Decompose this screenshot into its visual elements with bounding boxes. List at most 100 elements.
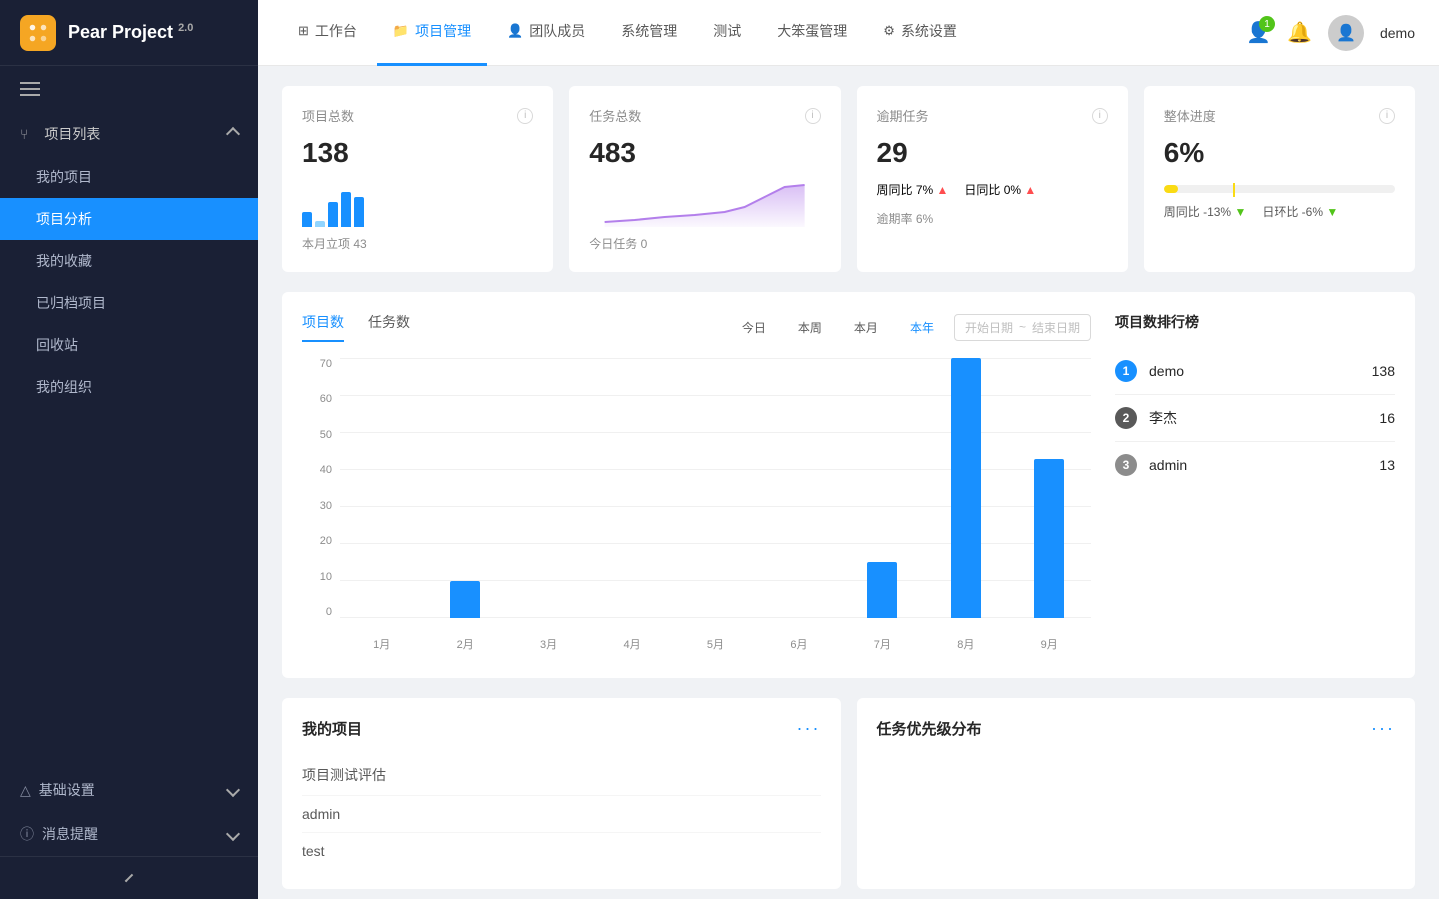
bar-group-8 [924,358,1007,618]
x-label-5: 5月 [674,636,757,652]
bar-jul [867,562,897,618]
chart-section: 项目数 任务数 今日 本周 本月 本年 开始日期 ~ 结束日期 [282,292,1415,678]
task-priority-card: 任务优先级分布 ··· [857,698,1416,889]
chart-filters: 今日 本周 本月 本年 开始日期 ~ 结束日期 [730,314,1091,341]
user-badge-button[interactable]: 👤 1 [1246,20,1271,45]
sidebar-item-project-analysis[interactable]: 项目分析 [0,198,258,240]
my-projects-title: 我的项目 [302,718,362,739]
stat-card-total-projects: 项目总数 i 138 本月立项 43 [282,86,553,272]
branch-icon: ⑂ [20,126,28,142]
stats-row: 项目总数 i 138 本月立项 43 任务总数 i [282,86,1415,272]
rank-name-3: admin [1149,457,1379,473]
sidebar-item-my-favorites[interactable]: 我的收藏 [0,240,258,282]
info-icon-overdue[interactable]: i [1092,108,1108,124]
menu-toggle[interactable] [0,66,258,112]
nav-test[interactable]: 测试 [697,0,757,66]
rank-count-3: 13 [1379,457,1395,473]
overdue-compare-row: 周同比 7% ▲ 日同比 0% ▲ [877,181,1108,198]
filter-year[interactable]: 本年 [898,315,946,340]
chart-sidebar: 项目数排行榜 1 demo 138 2 李杰 16 3 admin 13 [1115,312,1395,658]
filter-week[interactable]: 本周 [786,315,834,340]
rank-name-2: 李杰 [1149,408,1379,428]
bar-5 [354,197,364,227]
bar-group-9 [1008,459,1091,618]
bar-aug [951,358,981,618]
info-icon-sidebar: ⓘ [20,824,34,844]
nav-workbench[interactable]: ⊞ 工作台 [282,0,373,66]
x-label-1: 1月 [340,636,423,652]
x-label-8: 8月 [924,636,1007,652]
sidebar-collapse-icon[interactable] [125,874,133,882]
tab-task-count[interactable]: 任务数 [368,312,410,342]
x-label-4: 4月 [590,636,673,652]
rank-name-1: demo [1149,363,1372,379]
users-icon: 👤 [507,23,523,39]
filter-month[interactable]: 本月 [842,315,890,340]
bar-1 [302,212,312,227]
gear-icon: ⚙ [883,23,895,39]
project-item-2: admin [302,796,821,833]
warning-icon: △ [20,782,31,799]
bar-sep [1034,459,1064,618]
chevron-down-icon-2 [226,827,240,841]
stat-label-overdue: 逾期任务 [877,106,929,125]
nav-team[interactable]: 👤 团队成员 [491,0,601,66]
chart-tabs: 项目数 任务数 [302,312,410,342]
sidebar-item-my-org[interactable]: 我的组织 [0,366,258,408]
bar-group-7 [841,562,924,618]
rank-badge-3: 3 [1115,454,1137,476]
info-icon-progress[interactable]: i [1379,108,1395,124]
x-label-2: 2月 [423,636,506,652]
project-list-section: ⑂ 项目列表 我的项目 项目分析 我的收藏 已归档项目 回收站 我的组织 [0,112,258,408]
progress-bar-wrapper [1164,185,1395,195]
stat-card-progress: 整体进度 i 6% 周同比 -13% ▼ 日环比 -6% ▼ [1144,86,1415,272]
nav-system[interactable]: 系统管理 [605,0,693,66]
bell-icon: 🔔 [1287,22,1312,44]
bar-feb [450,581,480,618]
week-down-icon: ▼ [1234,205,1246,219]
bar-chart: 0 10 20 30 40 50 60 70 [302,358,1091,658]
my-projects-more[interactable]: ··· [797,718,821,739]
stat-value-total-tasks: 483 [589,137,820,169]
stat-value-total-projects: 138 [302,137,533,169]
info-icon-projects[interactable]: i [517,108,533,124]
info-icon-tasks[interactable]: i [805,108,821,124]
notification-bell[interactable]: 🔔 [1287,20,1312,45]
user-avatar[interactable]: 👤 [1328,15,1364,51]
stat-footer-projects: 本月立项 43 [302,235,533,252]
day-trend-icon: ▲ [1024,183,1036,197]
x-label-7: 7月 [841,636,924,652]
task-line-chart [589,177,820,227]
section-header-project-list[interactable]: ⑂ 项目列表 [0,112,258,156]
sidebar-item-basic-settings[interactable]: △ 基础设置 [0,768,258,812]
grid-icon: ⊞ [298,23,309,39]
my-projects-card: 我的项目 ··· 项目测试评估 admin test [282,698,841,889]
nav-project-mgmt[interactable]: 📁 项目管理 [377,0,487,66]
sidebar-item-archived[interactable]: 已归档项目 [0,282,258,324]
sidebar-item-recycle[interactable]: 回收站 [0,324,258,366]
sidebar: Pear Project 2.0 ⑂ 项目列表 我的项目 项目分析 我的收藏 已… [0,0,258,899]
filter-today[interactable]: 今日 [730,315,778,340]
bar-group-2 [423,581,506,618]
sidebar-item-notifications[interactable]: ⓘ 消息提醒 [0,812,258,856]
chevron-up-icon [226,127,240,141]
folder-icon: 📁 [393,23,409,39]
nav-settings[interactable]: ⚙ 系统设置 [867,0,973,66]
user-name[interactable]: demo [1380,25,1415,41]
task-priority-header: 任务优先级分布 ··· [877,718,1396,739]
day-down-icon: ▼ [1326,205,1338,219]
bar-4 [341,192,351,227]
sidebar-item-my-projects[interactable]: 我的项目 [0,156,258,198]
date-range-picker[interactable]: 开始日期 ~ 结束日期 [954,314,1091,341]
task-priority-more[interactable]: ··· [1371,718,1395,739]
bottom-section: 我的项目 ··· 项目测试评估 admin test 任务优先级分布 ··· [282,698,1415,889]
progress-bar-fill [1164,185,1178,193]
progress-marker [1233,183,1235,197]
stat-value-progress: 6% [1164,137,1395,169]
tab-project-count[interactable]: 项目数 [302,312,344,342]
main-area: ⊞ 工作台 📁 项目管理 👤 团队成员 系统管理 测试 大笨蛋管理 ⚙ [258,0,1439,899]
stat-label-progress: 整体进度 [1164,106,1216,125]
x-label-3: 3月 [507,636,590,652]
bar-3 [328,202,338,227]
nav-easter-egg[interactable]: 大笨蛋管理 [761,0,863,66]
